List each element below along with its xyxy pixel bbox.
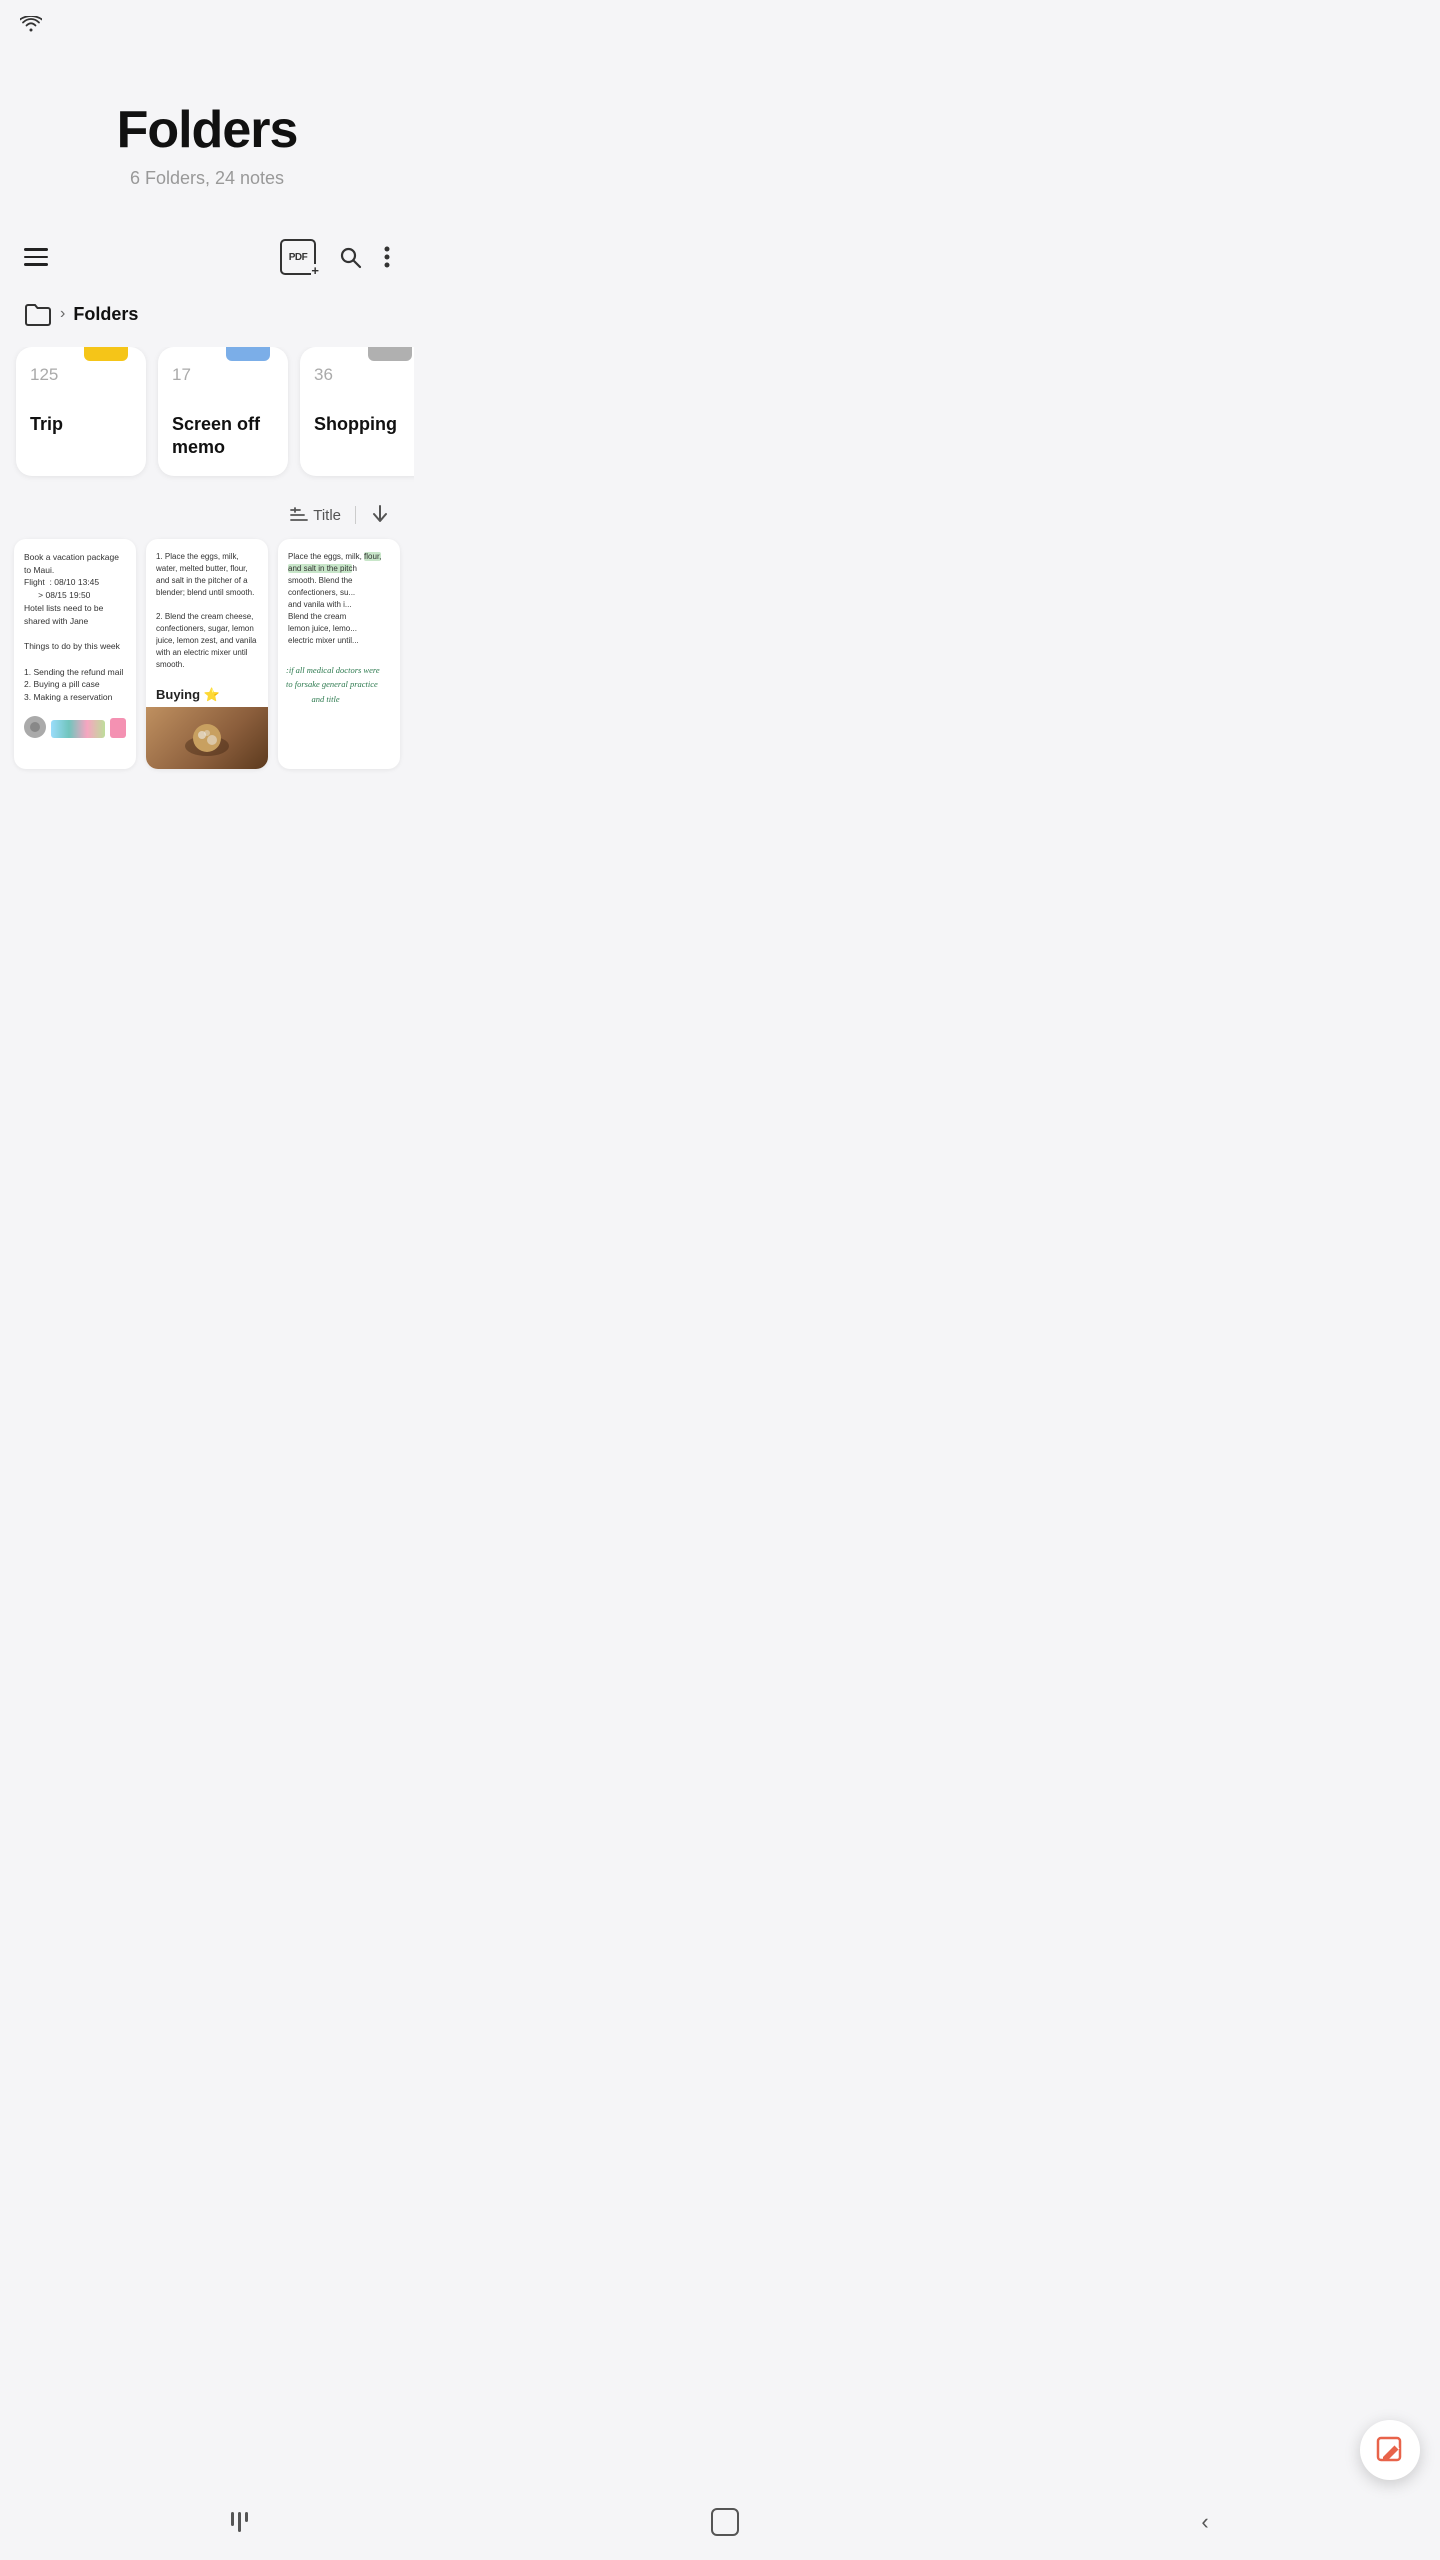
folder-tab-trip: [84, 347, 128, 361]
note-card-trip[interactable]: Book a vacation package to Maui. Flight …: [14, 539, 136, 769]
page-title: Folders: [117, 100, 298, 160]
back-button[interactable]: ‹: [1191, 2499, 1218, 2545]
folder-card-trip[interactable]: 125 Trip: [16, 347, 146, 476]
folder-tab-shopping: [368, 347, 412, 361]
folder-icon: [24, 301, 52, 327]
breadcrumb-chevron: ›: [60, 305, 65, 323]
wifi-icon: [20, 16, 42, 37]
note-content-trip: Book a vacation package to Maui. Flight …: [14, 539, 136, 716]
folders-grid: 125 Trip 17 Screen off memo 36 Shopping …: [0, 347, 414, 496]
folder-count-shopping: 36: [314, 365, 414, 385]
pdf-add-button[interactable]: PDF +: [280, 239, 316, 275]
pdf-plus-icon: PDF +: [280, 239, 316, 275]
notes-grid: Book a vacation package to Maui. Flight …: [0, 539, 414, 789]
note-handwriting-text: :if all medical doctors were to forsake …: [278, 659, 400, 710]
folder-name-shopping: Shopping: [314, 413, 414, 436]
recent-icon: [231, 2512, 248, 2532]
sort-down-icon: [370, 504, 390, 524]
edit-icon: [1375, 2435, 1405, 2465]
note-content-recipe: 1. Place the eggs, milk, water, melted b…: [146, 539, 268, 683]
note-card-recipe[interactable]: 1. Place the eggs, milk, water, melted b…: [146, 539, 268, 769]
folder-card-screen-off-memo[interactable]: 17 Screen off memo: [158, 347, 288, 476]
status-bar: [0, 0, 414, 40]
folder-count-trip: 125: [30, 365, 132, 385]
more-vertical-icon: [384, 245, 390, 269]
hero-section: Folders 6 Folders, 24 notes: [0, 40, 414, 229]
search-icon: [338, 245, 362, 269]
search-button[interactable]: [338, 245, 362, 269]
folder-count-summary: 6 Folders, 24 notes: [130, 168, 284, 189]
home-button[interactable]: [701, 2498, 749, 2546]
menu-button[interactable]: [24, 248, 48, 266]
toolbar: PDF +: [0, 229, 414, 285]
note-content-handwriting: Place the eggs, milk, flour, and salt in…: [278, 539, 400, 659]
home-icon: [711, 2508, 739, 2536]
folder-name-screen-off-memo: Screen off memo: [172, 413, 274, 460]
new-note-fab-button[interactable]: [1360, 2420, 1420, 2480]
buying-label: Buying ⭐: [146, 683, 268, 707]
folder-card-shopping[interactable]: 36 Shopping: [300, 347, 414, 476]
sort-label-text: Title: [313, 507, 341, 524]
breadcrumb: › Folders: [0, 285, 414, 347]
note-preview-handwriting: Place the eggs, milk, flour, and salt in…: [288, 551, 390, 647]
folder-tab-screen-off-memo: [226, 347, 270, 361]
more-options-button[interactable]: [384, 245, 390, 269]
sort-icon: [290, 507, 308, 523]
note-preview-trip: Book a vacation package to Maui. Flight …: [24, 551, 126, 704]
bottom-navigation: ‹: [0, 2492, 1440, 2560]
note-preview-recipe: 1. Place the eggs, milk, water, melted b…: [156, 551, 258, 671]
note-food-image: [146, 707, 268, 769]
sort-title-button[interactable]: Title: [290, 507, 341, 524]
sort-bar: Title: [0, 496, 414, 539]
recent-button[interactable]: [221, 2502, 258, 2542]
note-card-handwriting[interactable]: Place the eggs, milk, flour, and salt in…: [278, 539, 400, 769]
sort-divider: [355, 506, 356, 524]
sort-direction-button[interactable]: [370, 504, 390, 527]
folder-count-screen-off-memo: 17: [172, 365, 274, 385]
folder-name-trip: Trip: [30, 413, 132, 436]
breadcrumb-label: Folders: [73, 304, 138, 325]
back-icon: ‹: [1201, 2509, 1208, 2535]
